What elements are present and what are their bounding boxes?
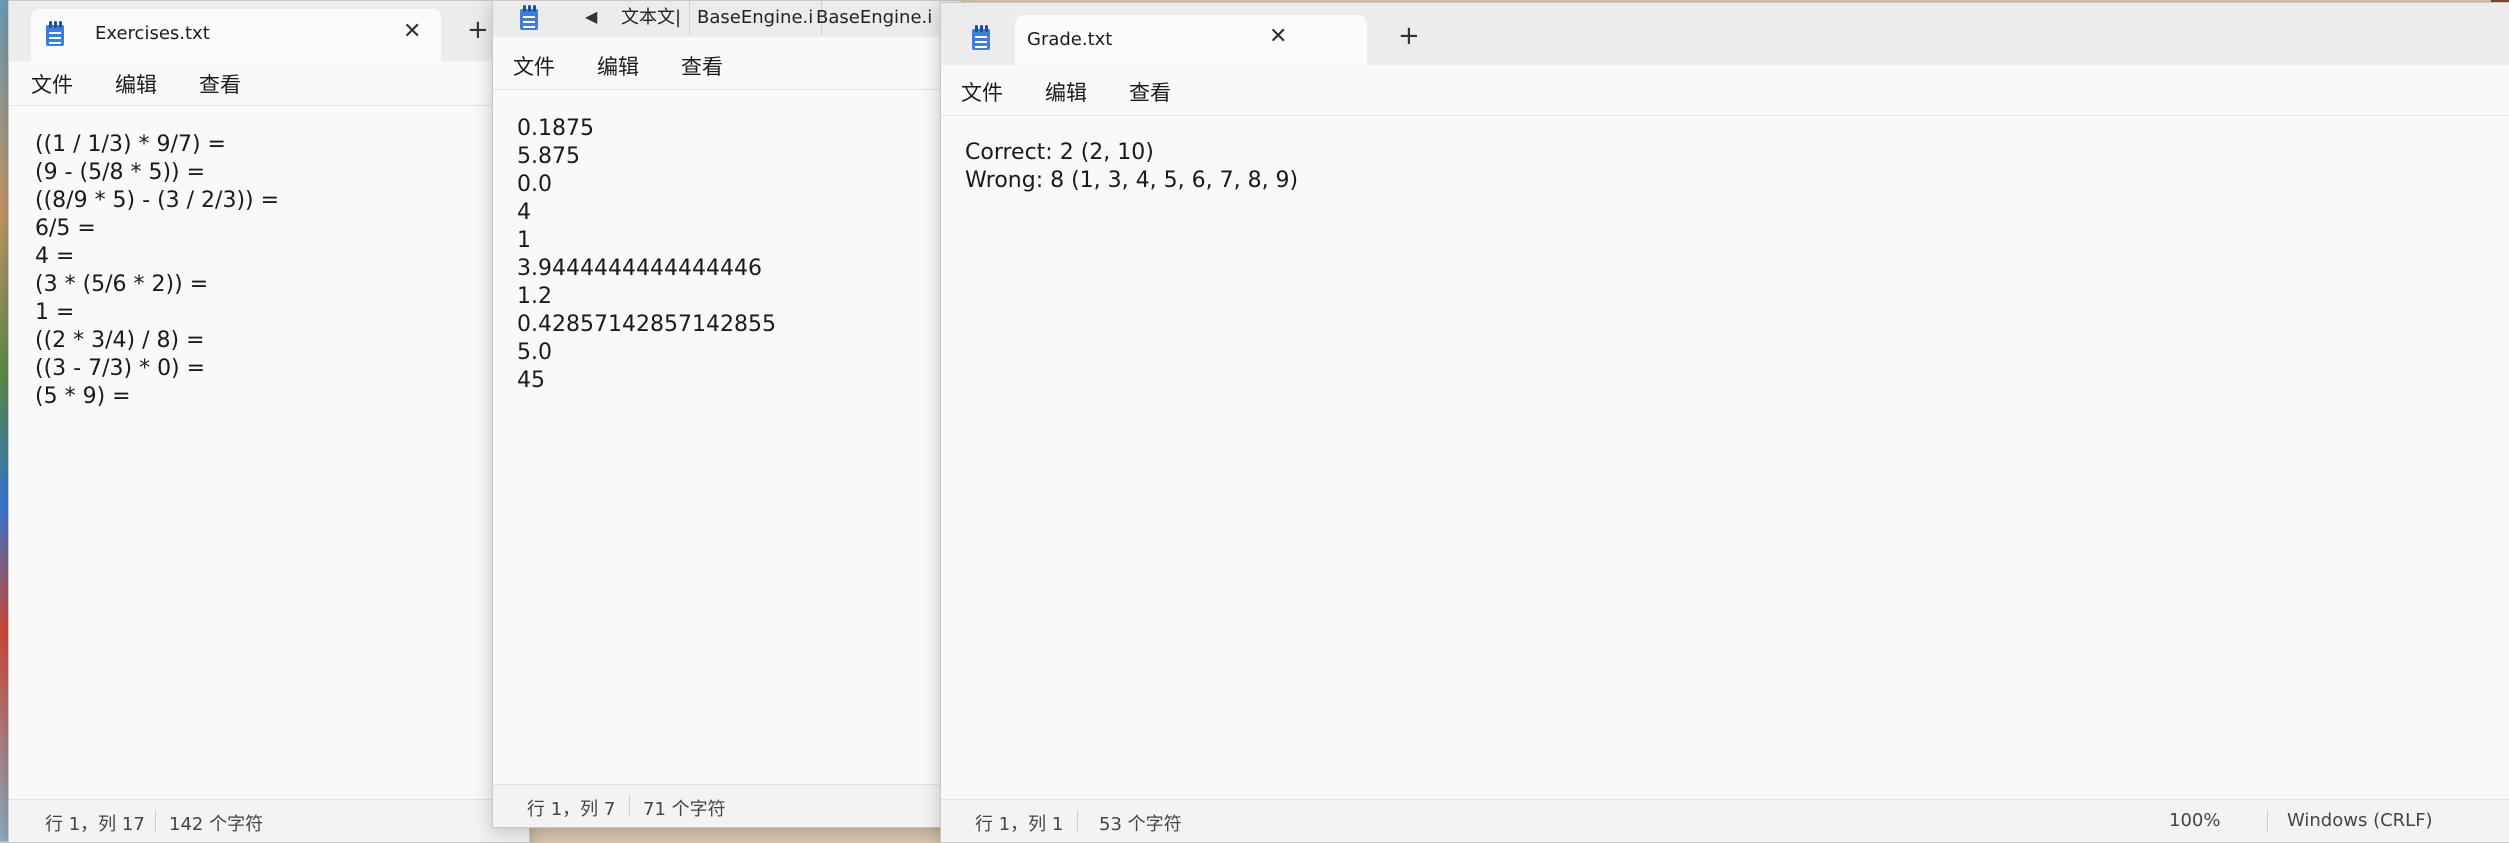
text-editor[interactable]: 0.1875 5.875 0.0 4 1 3.9444444444444446 … — [493, 115, 961, 395]
text-line: ((2 * 3/4) / 8) = — [35, 328, 205, 353]
close-icon[interactable]: ✕ — [1269, 26, 1287, 48]
plus-icon[interactable]: + — [1398, 23, 1420, 49]
text-line: (5 * 9) = — [35, 384, 131, 409]
status-bar: 行 1，列 7 71 个字符 — [493, 784, 961, 827]
text-line: Correct: 2 (2, 10) — [965, 140, 1154, 165]
text-line: 4 = — [35, 244, 75, 269]
menu-edit[interactable]: 编辑 — [115, 69, 157, 99]
text-line: 4 — [517, 200, 531, 225]
notepad-icon — [519, 5, 539, 31]
status-bar: 行 1，列 17 142 个字符 — [9, 799, 529, 842]
close-icon[interactable]: ✕ — [403, 21, 421, 43]
text-line: 45 — [517, 368, 545, 393]
tab-exercises[interactable]: Exercises.txt ✕ — [31, 9, 441, 61]
menu-view[interactable]: 查看 — [199, 69, 241, 99]
text-line: 5.0 — [517, 340, 552, 365]
notepad-window-grade: Grade.txt ✕ + 文件 编辑 查看 Correct: 2 (2, 10… — [940, 2, 2509, 843]
status-cursor-position: 行 1，列 17 — [45, 814, 145, 835]
text-editor[interactable]: Correct: 2 (2, 10) Wrong: 8 (1, 3, 4, 5,… — [941, 139, 2509, 195]
text-line: 0.42857142857142855 — [517, 312, 776, 337]
text-line: 5.875 — [517, 144, 580, 169]
tab-grade[interactable]: Grade.txt ✕ — [972, 15, 1367, 65]
menu-bar: 文件 编辑 查看 — [493, 37, 961, 90]
title-bar: ◀ 文本文| BaseEngine.i BaseEngine.i — [493, 1, 961, 37]
status-zoom[interactable]: 100% — [2169, 810, 2220, 831]
status-bar: 行 1，列 1 53 个字符 100% Windows (CRLF) — [941, 799, 2509, 842]
title-bar: Grade.txt ✕ + — [941, 3, 2509, 65]
menu-edit[interactable]: 编辑 — [1045, 77, 1087, 107]
tab-title: Exercises.txt — [95, 23, 210, 44]
caret-left-icon[interactable]: ◀ — [585, 7, 597, 26]
tab-baseengine-2[interactable]: BaseEngine.i — [808, 1, 940, 35]
text-line: ((1 / 1/3) * 9/7) = — [35, 132, 226, 157]
title-bar: Exercises.txt ✕ + — [9, 1, 529, 61]
status-char-count: 71 个字符 — [643, 799, 726, 820]
text-line: 0.1875 — [517, 116, 594, 141]
text-line: 0.0 — [517, 172, 552, 197]
menu-view[interactable]: 查看 — [1129, 77, 1171, 107]
text-line: 1 = — [35, 300, 75, 325]
status-char-count: 53 个字符 — [1099, 814, 1182, 835]
text-line: ((8/9 * 5) - (3 / 2/3)) = — [35, 188, 280, 213]
menu-view[interactable]: 查看 — [681, 51, 723, 81]
text-line: (9 - (5/8 * 5)) = — [35, 160, 206, 185]
menu-file[interactable]: 文件 — [961, 77, 1003, 107]
text-line: Wrong: 8 (1, 3, 4, 5, 6, 7, 8, 9) — [965, 168, 1299, 193]
text-line: ((3 - 7/3) * 0) = — [35, 356, 206, 381]
text-line: 1 — [517, 228, 531, 253]
notepad-icon — [45, 21, 65, 47]
notepad-window-exercises: Exercises.txt ✕ + 文件 编辑 查看 ((1 / 1/3) * … — [8, 0, 530, 843]
status-line-ending[interactable]: Windows (CRLF) — [2287, 810, 2433, 831]
notepad-icon — [971, 25, 991, 51]
tab-title: Grade.txt — [1027, 29, 1113, 50]
text-line: 6/5 = — [35, 216, 96, 241]
menu-bar: 文件 编辑 查看 — [9, 61, 529, 106]
menu-file[interactable]: 文件 — [31, 69, 73, 99]
plus-icon[interactable]: + — [467, 17, 489, 43]
text-line: 3.9444444444444446 — [517, 256, 762, 281]
status-cursor-position: 行 1，列 7 — [527, 799, 616, 820]
text-line: (3 * (5/6 * 2)) = — [35, 272, 209, 297]
menu-file[interactable]: 文件 — [513, 51, 555, 81]
tab-baseengine-1[interactable]: BaseEngine.i — [689, 1, 823, 35]
menu-edit[interactable]: 编辑 — [597, 51, 639, 81]
notepad-window-results: ◀ 文本文| BaseEngine.i BaseEngine.i 文件 编辑 查… — [492, 0, 962, 828]
status-cursor-position: 行 1，列 1 — [975, 814, 1064, 835]
text-editor[interactable]: ((1 / 1/3) * 9/7) = (9 - (5/8 * 5)) = ((… — [9, 131, 529, 411]
menu-bar: 文件 编辑 查看 — [941, 65, 2509, 116]
text-line: 1.2 — [517, 284, 552, 309]
tab-text-doc[interactable]: 文本文| — [613, 1, 691, 35]
status-char-count: 142 个字符 — [169, 814, 264, 835]
